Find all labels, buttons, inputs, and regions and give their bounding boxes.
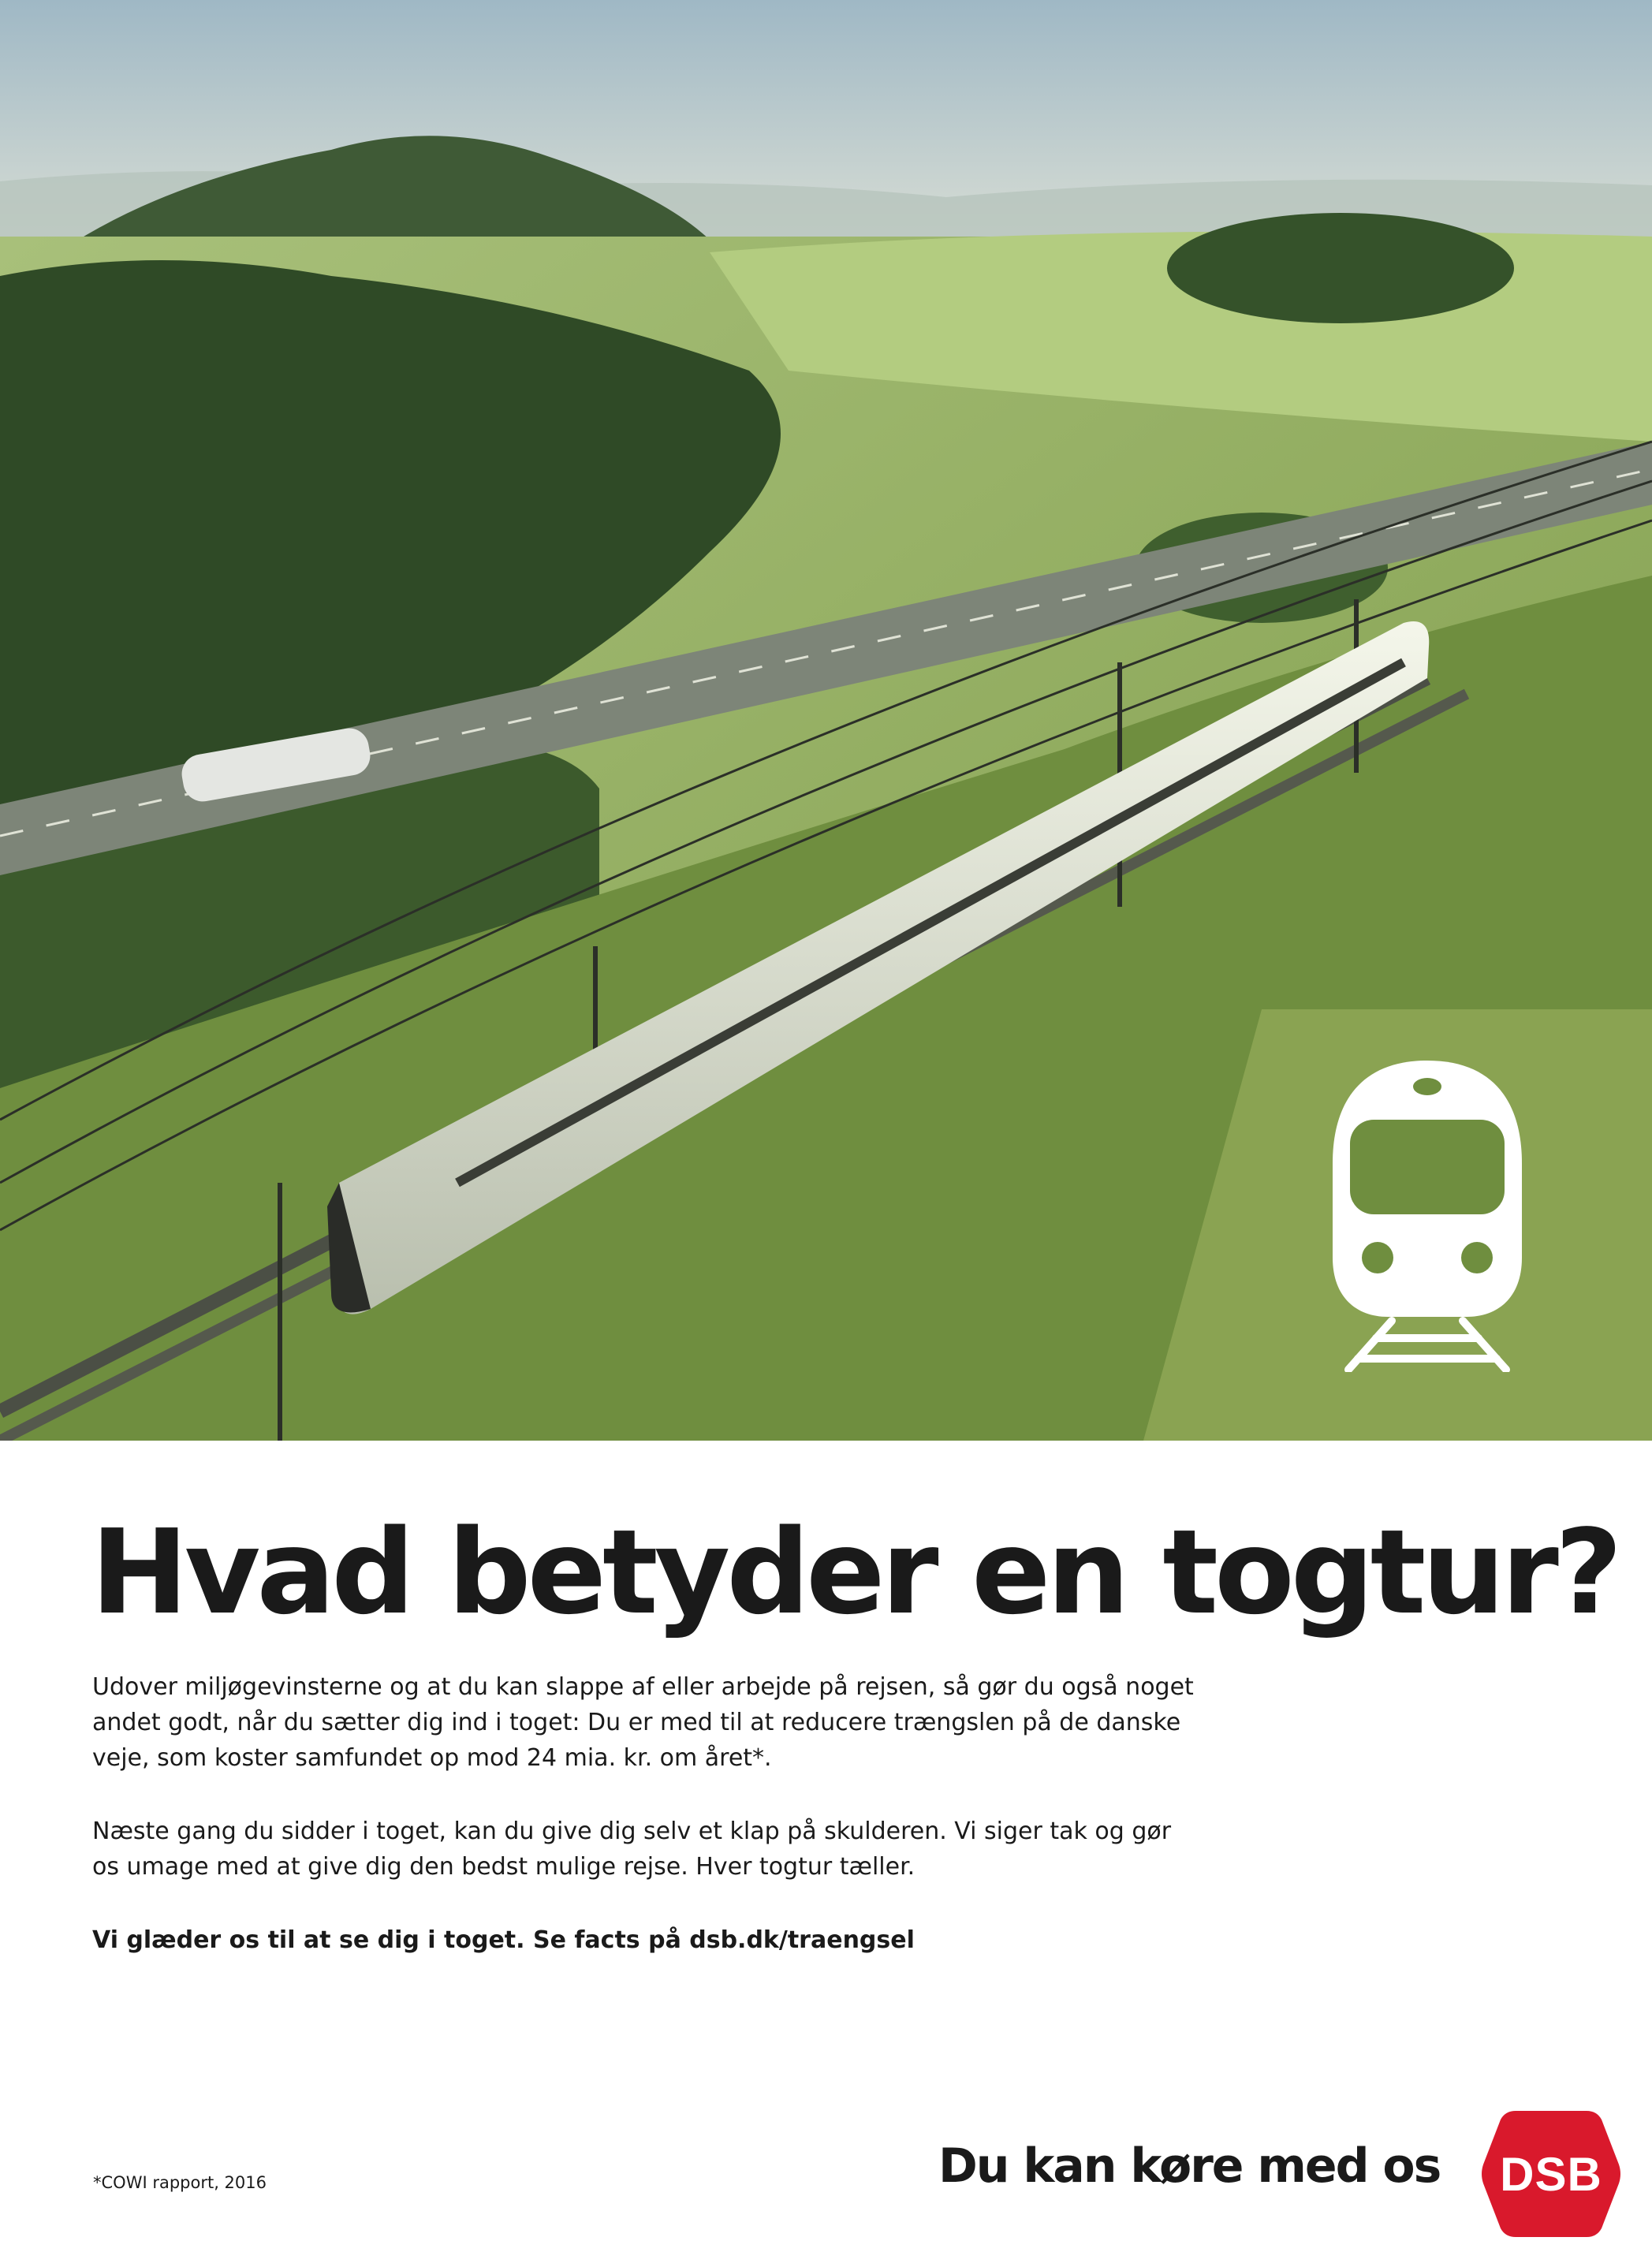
footnote: *COWI rapport, 2016 (93, 2173, 267, 2192)
body-copy: Udover miljøgevinsterne og at du kan sla… (92, 1669, 1196, 1996)
headline: Hvad betyder en togtur? (91, 1504, 1623, 1640)
body-paragraph-2: Næste gang du sidder i toget, kan du giv… (92, 1818, 1172, 1881)
call-to-action: Vi glæder os til at se dig i toget. Se f… (92, 1926, 915, 1954)
dsb-logo: DSB (1480, 2106, 1622, 2242)
hero-photo (0, 0, 1652, 1441)
train-front-icon (1333, 1061, 1522, 1372)
slogan: Du kan køre med os (938, 2138, 1441, 2194)
body-paragraph-1: Udover miljøgevinsterne og at du kan sla… (92, 1673, 1194, 1772)
logo-text: DSB (1500, 2147, 1602, 2201)
